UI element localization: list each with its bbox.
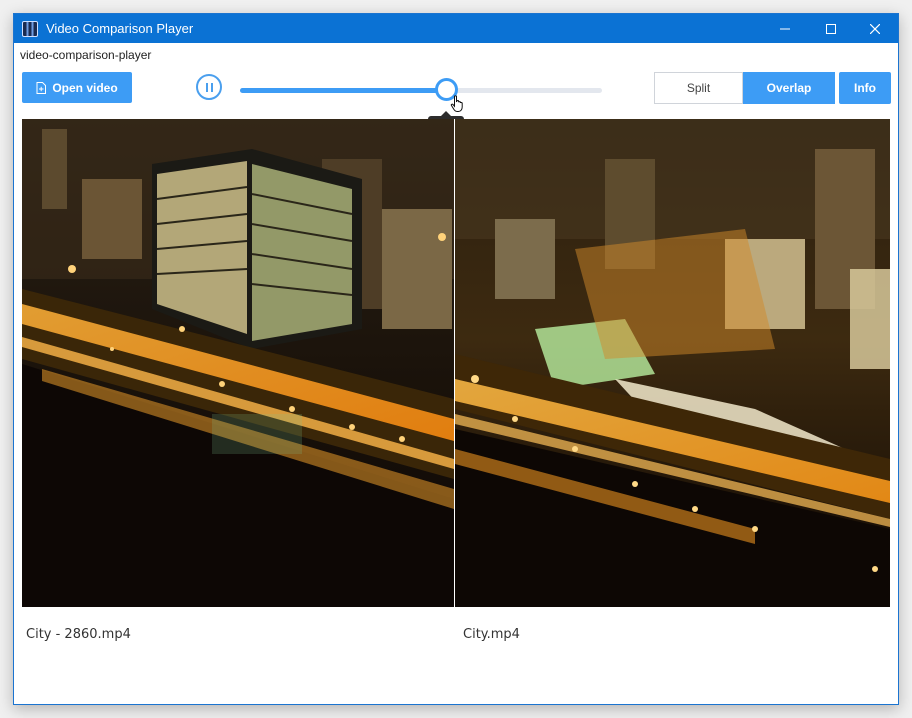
window-title: Video Comparison Player [46, 21, 194, 36]
minimize-icon [780, 28, 790, 29]
app-header: video-comparison-player [20, 48, 152, 62]
close-icon [870, 23, 880, 34]
left-video-filename: City - 2860.mp4 [26, 627, 131, 642]
overlap-mode-button[interactable]: Overlap [743, 72, 835, 104]
split-mode-button[interactable]: Split [654, 72, 743, 104]
slider-fill [240, 88, 447, 93]
right-video-filename: City.mp4 [463, 627, 520, 642]
close-button[interactable] [852, 14, 898, 43]
file-icon [36, 81, 47, 94]
open-video-button[interactable]: Open video [22, 72, 132, 103]
app-film-icon [22, 20, 38, 37]
minimize-button[interactable] [762, 14, 808, 43]
video-comparison-area[interactable] [22, 119, 890, 607]
video-left-frame [22, 119, 454, 607]
comparison-slider[interactable] [240, 88, 602, 93]
hand-cursor-icon [450, 95, 463, 112]
maximize-icon [826, 23, 836, 34]
video-right-frame [455, 119, 890, 607]
pause-icon [205, 82, 208, 92]
open-video-label: Open video [52, 80, 118, 95]
title-bar[interactable]: Video Comparison Player [14, 14, 898, 43]
maximize-button[interactable] [808, 14, 854, 43]
pause-button[interactable] [196, 74, 222, 100]
info-button[interactable]: Info [839, 72, 891, 104]
app-window: Video Comparison Player video-comparison… [13, 13, 899, 705]
